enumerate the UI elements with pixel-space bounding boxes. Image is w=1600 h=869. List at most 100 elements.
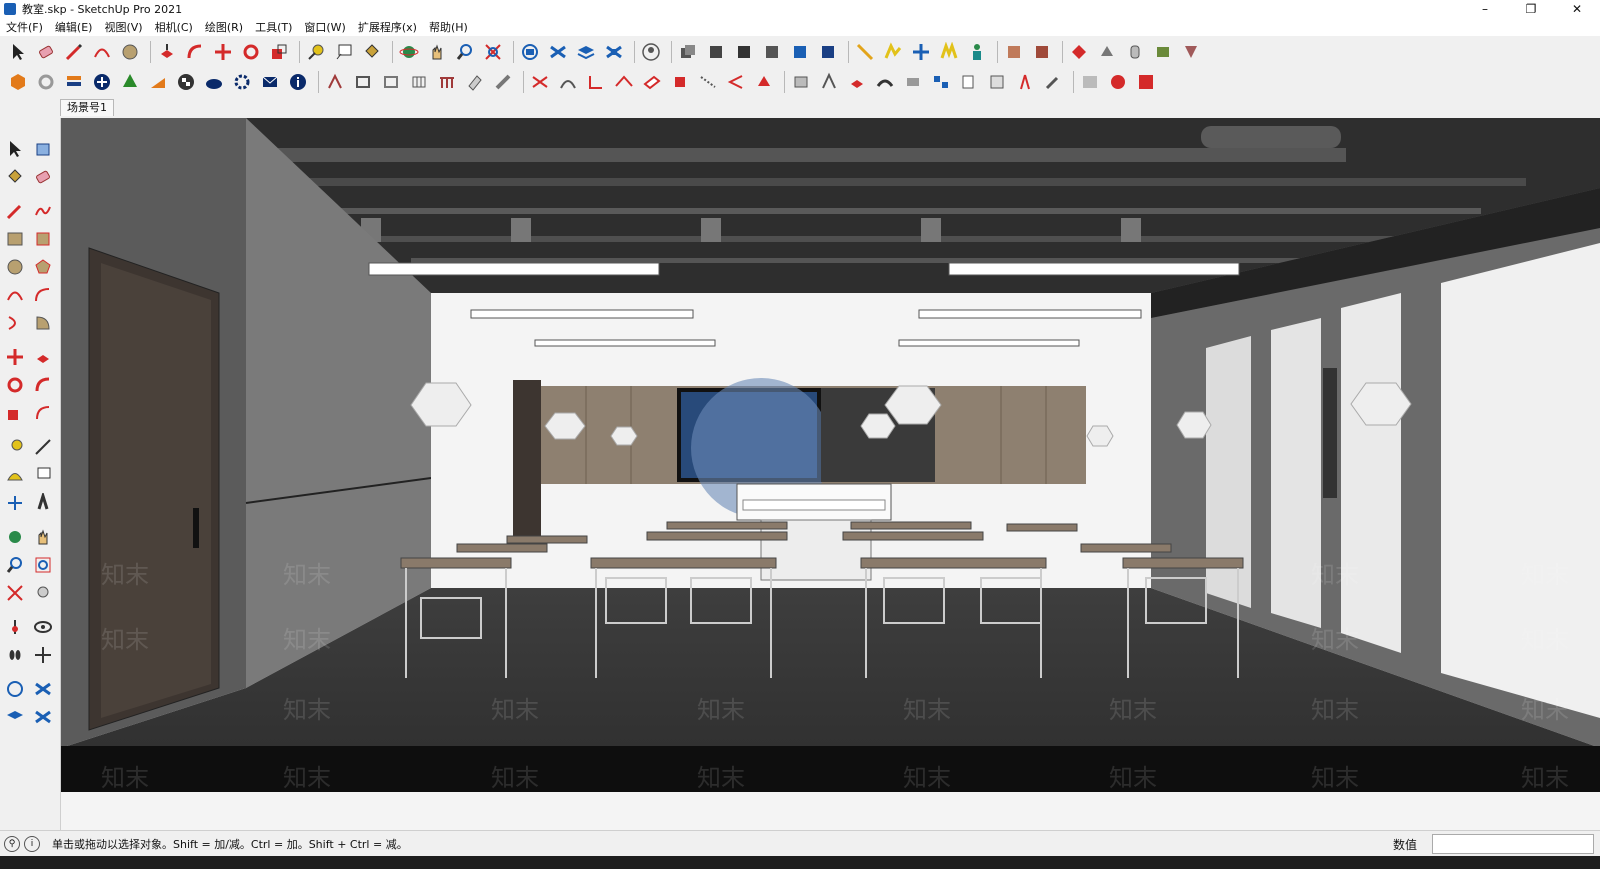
dimension-button[interactable] — [937, 40, 961, 64]
scale-tool[interactable] — [2, 400, 28, 426]
polygon-tool[interactable] — [30, 254, 56, 280]
ext-tool-17[interactable] — [789, 70, 813, 94]
move-tool[interactable] — [2, 344, 28, 370]
model-viewport[interactable]: 知末 知末 知末 知末 知末 知末 知末 知末 知末 知末 知末 知末 知末 知… — [61, 118, 1600, 830]
ext-tool-26[interactable] — [1041, 70, 1065, 94]
circle-tool[interactable] — [2, 254, 28, 280]
ext-tool-25[interactable] — [1013, 70, 1037, 94]
zoom-extents-button[interactable] — [481, 40, 505, 64]
ext-tool-22[interactable] — [929, 70, 953, 94]
ext-tool-1[interactable] — [323, 70, 347, 94]
right-view-button[interactable] — [788, 40, 812, 64]
eraser-tool-button[interactable] — [34, 40, 58, 64]
ext-tool-21[interactable] — [901, 70, 925, 94]
move-tool-button[interactable] — [211, 40, 235, 64]
follow-me-tool[interactable] — [30, 372, 56, 398]
select-tool-button[interactable] — [6, 40, 30, 64]
ext-tool-19[interactable] — [845, 70, 869, 94]
ext-plus-button[interactable] — [90, 70, 114, 94]
shape-tool-button[interactable] — [118, 40, 142, 64]
ext-tool-11[interactable] — [612, 70, 636, 94]
rotated-rectangle-tool[interactable] — [30, 226, 56, 252]
measurements-input[interactable] — [1432, 834, 1594, 854]
extension-manager-tool[interactable] — [30, 704, 56, 730]
ext-tool-28[interactable] — [1106, 70, 1130, 94]
ext-info-button[interactable] — [286, 70, 310, 94]
make-component-tool[interactable] — [30, 136, 56, 162]
previous-view-tool[interactable] — [30, 580, 56, 606]
ext-tool-18[interactable] — [817, 70, 841, 94]
iso-view-button[interactable] — [704, 40, 728, 64]
plugin-button-5[interactable] — [1123, 40, 1147, 64]
3d-text-tool[interactable] — [30, 490, 56, 516]
ext-mail-button[interactable] — [258, 70, 282, 94]
ext-tool-23[interactable] — [957, 70, 981, 94]
section-plane-tool[interactable] — [30, 642, 56, 668]
arc-tool[interactable] — [2, 282, 28, 308]
ext-tool-13[interactable] — [668, 70, 692, 94]
orbit-tool-button[interactable] — [397, 40, 421, 64]
ext-tool-3[interactable] — [379, 70, 403, 94]
menu-file[interactable]: 文件(F) — [0, 19, 49, 35]
menu-tools[interactable]: 工具(T) — [249, 19, 298, 35]
extension-warehouse-tool[interactable] — [30, 676, 56, 702]
warehouse-button[interactable] — [518, 40, 542, 64]
zoom-window-tool[interactable] — [30, 552, 56, 578]
ext-tool-16[interactable] — [752, 70, 776, 94]
ext-tool-7[interactable] — [491, 70, 515, 94]
arc-tool-button[interactable] — [90, 40, 114, 64]
walk-tool[interactable] — [2, 642, 28, 668]
axes-tool[interactable] — [2, 490, 28, 516]
warehouse-tool[interactable] — [2, 676, 28, 702]
paint-bucket-button[interactable] — [360, 40, 384, 64]
offset-tool[interactable] — [30, 400, 56, 426]
look-around-tool[interactable] — [30, 614, 56, 640]
geolocation-icon[interactable]: ⚲ — [4, 836, 20, 852]
rectangle-tool[interactable] — [2, 226, 28, 252]
ext-cloud-button[interactable] — [202, 70, 226, 94]
line-tool-button[interactable] — [62, 40, 86, 64]
menu-edit[interactable]: 编辑(E) — [49, 19, 99, 35]
tape-measure-tool[interactable] — [2, 434, 28, 460]
group-button[interactable] — [676, 40, 700, 64]
select-tool[interactable] — [2, 136, 28, 162]
sandbox-button[interactable] — [881, 40, 905, 64]
info-icon[interactable]: i — [24, 836, 40, 852]
top-view-button[interactable] — [732, 40, 756, 64]
plugin-button-4[interactable] — [1095, 40, 1119, 64]
close-button[interactable]: ✕ — [1554, 0, 1600, 18]
push-pull-button[interactable] — [155, 40, 179, 64]
protractor-tool[interactable] — [2, 462, 28, 488]
menu-window[interactable]: 窗口(W) — [298, 19, 351, 35]
front-view-button[interactable] — [760, 40, 784, 64]
menu-draw[interactable]: 绘图(R) — [199, 19, 249, 35]
plugin-button-3[interactable] — [1067, 40, 1091, 64]
ext-tool-2[interactable] — [351, 70, 375, 94]
ext-ramp-button[interactable] — [146, 70, 170, 94]
eraser-tool[interactable] — [30, 164, 56, 190]
back-view-button[interactable] — [816, 40, 840, 64]
components-button[interactable] — [602, 40, 626, 64]
menu-help[interactable]: 帮助(H) — [423, 19, 474, 35]
paint-bucket-tool[interactable] — [2, 164, 28, 190]
ext-stack-button[interactable] — [62, 70, 86, 94]
ext-checker-button[interactable] — [174, 70, 198, 94]
text-tool[interactable] — [30, 462, 56, 488]
dimension-tool[interactable] — [30, 434, 56, 460]
ext-tool-15[interactable] — [724, 70, 748, 94]
pan-tool[interactable] — [30, 524, 56, 550]
zoom-tool[interactable] — [2, 552, 28, 578]
ext-tool-6[interactable] — [463, 70, 487, 94]
line-tool[interactable] — [2, 198, 28, 224]
ext-tool-24[interactable] — [985, 70, 1009, 94]
ext-tool-12[interactable] — [640, 70, 664, 94]
ext-tool-5[interactable] — [435, 70, 459, 94]
menu-camera[interactable]: 相机(C) — [149, 19, 199, 35]
ext-tool-14[interactable] — [696, 70, 720, 94]
account-button[interactable] — [639, 40, 663, 64]
ext-tool-20[interactable] — [873, 70, 897, 94]
follow-me-button[interactable] — [183, 40, 207, 64]
rotate-tool-button[interactable] — [239, 40, 263, 64]
ext-tool-10[interactable] — [584, 70, 608, 94]
plugin-button-2[interactable] — [1030, 40, 1054, 64]
